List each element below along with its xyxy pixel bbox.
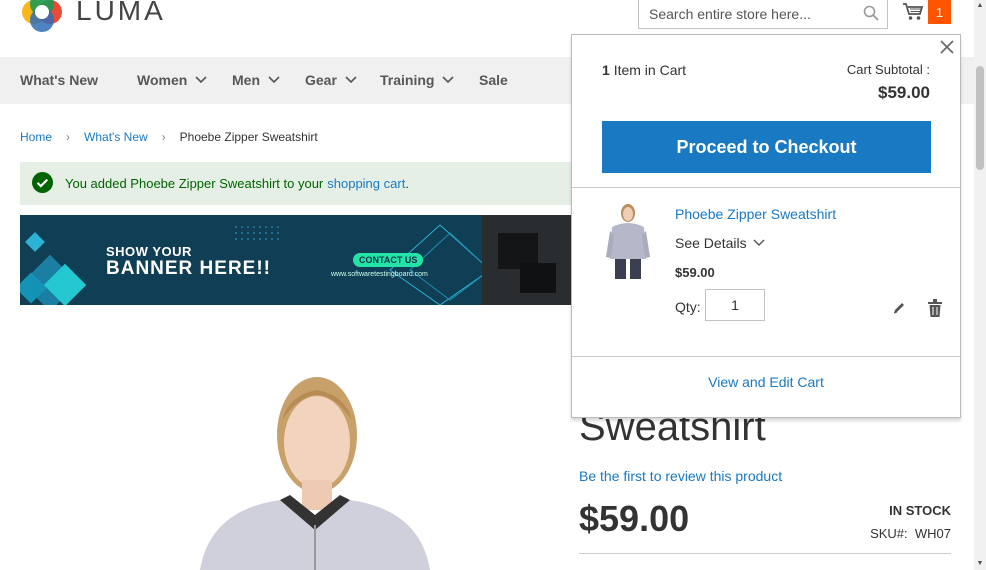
breadcrumb-separator-icon: ›: [66, 130, 71, 144]
breadcrumb-whats-new[interactable]: What's New: [84, 130, 148, 144]
subtotal-amount: $59.00: [878, 83, 930, 102]
minicart-items-count: 1 Item in Cart: [602, 62, 686, 78]
success-message-text: You added Phoebe Zipper Sweatshirt to yo…: [65, 176, 324, 191]
close-icon[interactable]: [939, 39, 955, 60]
cart-item-name[interactable]: Phoebe Zipper Sweatshirt: [675, 206, 836, 222]
view-and-edit-cart-link[interactable]: View and Edit Cart: [572, 374, 960, 390]
nav-item-gear[interactable]: Gear: [305, 72, 357, 88]
banner-line2: BANNER HERE!!: [106, 258, 271, 279]
nav-item-label: Training: [380, 72, 435, 88]
success-message: You added Phoebe Zipper Sweatshirt to yo…: [20, 162, 580, 205]
shopping-cart-link[interactable]: shopping cart: [327, 176, 405, 191]
luma-logo[interactable]: LUMA: [20, 0, 166, 32]
cart-item-thumbnail[interactable]: [602, 201, 654, 281]
cart-count-badge[interactable]: 1: [928, 0, 951, 24]
checkmark-icon: [32, 171, 53, 196]
product-price: $59.00: [579, 498, 690, 539]
nav-item-label: What's New: [20, 72, 99, 88]
nav-item-label: Men: [232, 72, 260, 88]
divider: [579, 553, 951, 554]
breadcrumb: Home › What's New › Phoebe Zipper Sweats…: [20, 130, 318, 144]
scroll-down-arrow-icon[interactable]: ▼: [976, 560, 984, 567]
search-input[interactable]: [639, 0, 849, 28]
promo-banner[interactable]: SHOW YOUR BANNER HERE!! CONTACT US www.s…: [20, 215, 572, 305]
nav-item-sale[interactable]: Sale: [479, 72, 508, 88]
items-count-label: Item in Cart: [613, 62, 687, 78]
scroll-up-arrow-icon[interactable]: ▲: [976, 2, 984, 9]
see-details-label: See Details: [675, 235, 747, 251]
sku-label: SKU#:: [870, 526, 908, 541]
shopping-cart-icon[interactable]: [902, 2, 924, 27]
nav-item-whats-new[interactable]: What's New: [20, 72, 98, 88]
logo-text: LUMA: [76, 0, 166, 26]
subtotal-label: Cart Subtotal :: [846, 62, 930, 77]
banner-line1: SHOW YOUR: [106, 244, 192, 259]
chevron-down-icon: [442, 76, 455, 84]
chevron-down-icon: [195, 76, 207, 84]
product-sku: SKU#: WH07: [870, 526, 951, 541]
cart-item-price: $59.00: [675, 265, 715, 280]
luma-logo-mark-icon: [20, 0, 64, 32]
see-details-toggle[interactable]: See Details: [675, 235, 765, 251]
chevron-down-icon: [345, 76, 357, 84]
trash-icon[interactable]: [928, 299, 942, 322]
chevron-down-icon: [268, 76, 280, 84]
sku-value: WH07: [914, 526, 951, 541]
qty-label: Qty:: [675, 299, 701, 315]
nav-item-label: Sale: [479, 72, 508, 88]
search-box: [638, 0, 888, 29]
stock-status: IN STOCK: [889, 503, 951, 518]
success-message-suffix: .: [405, 176, 409, 191]
divider: [572, 187, 960, 188]
nav-item-men[interactable]: Men: [232, 72, 280, 88]
breadcrumb-separator-icon: ›: [161, 130, 166, 144]
nav-item-label: Women: [137, 72, 188, 88]
edit-pencil-icon[interactable]: [892, 301, 906, 320]
scrollbar-thumb[interactable]: [976, 66, 984, 170]
items-count-number: 1: [602, 62, 610, 78]
nav-item-training[interactable]: Training: [380, 72, 455, 88]
page-scrollbar[interactable]: ▲ ▼: [974, 0, 986, 570]
qty-input[interactable]: [705, 289, 765, 321]
banner-contact-button[interactable]: CONTACT US: [353, 253, 424, 267]
divider: [572, 356, 960, 357]
proceed-to-checkout-button[interactable]: Proceed to Checkout: [602, 121, 931, 173]
minicart-dropdown: 1 Item in Cart Cart Subtotal : $59.00 Pr…: [571, 34, 961, 418]
product-image[interactable]: [190, 360, 440, 570]
chevron-down-icon: [753, 239, 765, 246]
review-link[interactable]: Be the first to review this product: [579, 468, 782, 484]
banner-decoration-icon: [20, 215, 572, 305]
breadcrumb-home[interactable]: Home: [20, 130, 52, 144]
search-icon[interactable]: [863, 5, 879, 26]
banner-url: www.softwaretestingboard.com: [331, 271, 428, 278]
nav-item-label: Gear: [305, 72, 337, 88]
breadcrumb-current: Phoebe Zipper Sweatshirt: [179, 130, 318, 144]
nav-item-women[interactable]: Women: [137, 72, 207, 88]
